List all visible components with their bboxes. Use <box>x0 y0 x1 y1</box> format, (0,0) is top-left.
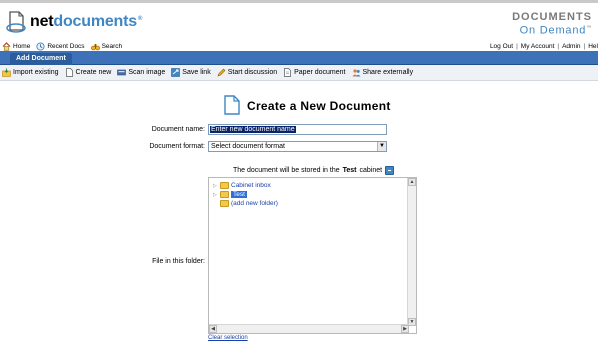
admin-link[interactable]: Admin <box>562 43 580 50</box>
scan-image-button[interactable]: Scan image <box>117 68 165 77</box>
scroll-right-icon[interactable]: ▶ <box>401 325 409 333</box>
tree-item[interactable]: ▷ Cabinet inbox <box>213 182 271 189</box>
import-existing-button[interactable]: Import existing <box>2 68 59 77</box>
scroll-left-icon[interactable]: ◀ <box>209 325 217 333</box>
scroll-up-icon[interactable]: ▲ <box>408 178 416 186</box>
scanner-icon <box>117 68 127 77</box>
import-folder-icon <box>2 68 11 77</box>
paper-document-label: Paper document <box>294 69 346 76</box>
create-new-button[interactable]: Create new <box>65 68 112 77</box>
link-icon <box>171 68 181 77</box>
folder-icon <box>220 200 229 207</box>
folder-tree[interactable]: ▷ Cabinet inbox ▷ Test (add new folder) … <box>208 177 417 334</box>
brand-line-documents: DOCUMENTS <box>512 11 592 23</box>
top-rule <box>0 0 598 3</box>
netdocuments-logo-icon <box>6 10 26 34</box>
nav-recent-docs[interactable]: Recent Docs <box>36 42 85 51</box>
product-brand: DOCUMENTS On Demand™ <box>512 12 592 37</box>
discussion-pencil-icon <box>217 68 226 77</box>
page-title: Create a New Document <box>247 99 391 113</box>
folder-label: File in this folder: <box>152 258 205 265</box>
cabinet-picker-icon[interactable] <box>385 166 395 175</box>
my-account-link[interactable]: My Account <box>521 43 555 50</box>
document-format-label: Document format: <box>149 143 205 150</box>
nav-search[interactable]: Search <box>90 42 123 51</box>
paper-document-button[interactable]: Paper document <box>283 68 346 77</box>
app-logo[interactable]: netdocuments® <box>6 9 142 35</box>
document-format-value: Select document format <box>211 143 285 150</box>
document-name-label: Document name: <box>151 126 205 133</box>
scroll-down-icon[interactable]: ▼ <box>408 318 416 326</box>
storage-cabinet-name: Test <box>342 167 357 174</box>
brand-line-on-demand: On Demand™ <box>519 24 592 37</box>
document-name-value: Enter new document name <box>210 126 296 133</box>
import-existing-label: Import existing <box>13 69 59 76</box>
tree-item[interactable]: ▷ Test <box>213 191 247 198</box>
nav-separator: | <box>516 43 518 50</box>
add-document-toolbar: Import existing Create new Scan image Sa… <box>0 65 598 81</box>
folder-icon <box>220 182 229 189</box>
logout-link[interactable]: Log Out <box>490 43 513 50</box>
nav-home[interactable]: Home <box>2 42 30 51</box>
tree-item-label: (add new folder) <box>231 200 278 207</box>
chevron-down-icon[interactable]: ▼ <box>377 142 386 151</box>
document-name-input[interactable]: Enter new document name <box>208 124 387 135</box>
nav-separator: | <box>583 43 586 50</box>
help-link[interactable]: Hel <box>588 43 598 50</box>
tab-strip: Add Document <box>0 51 598 65</box>
home-icon <box>2 42 11 51</box>
new-document-icon <box>224 95 240 115</box>
folder-icon <box>220 191 229 198</box>
tab-add-document[interactable]: Add Document <box>10 53 72 65</box>
storage-prefix: The document will be stored in the <box>233 167 340 174</box>
tree-item[interactable]: (add new folder) <box>213 200 278 207</box>
user-navigation: Log Out | My Account | Admin | Hel <box>490 43 598 50</box>
nav-home-label: Home <box>13 43 31 50</box>
save-link-label: Save link <box>182 69 211 76</box>
expand-arrow-icon[interactable]: ▷ <box>213 183 218 189</box>
share-externally-button[interactable]: Share externally <box>352 68 414 77</box>
nav-search-label: Search <box>101 43 123 50</box>
vertical-scrollbar[interactable]: ▲ ▼ <box>407 178 416 326</box>
document-format-select[interactable]: Select document format ▼ <box>208 141 387 152</box>
binoculars-icon <box>90 42 100 51</box>
recent-docs-icon <box>36 42 45 51</box>
expand-arrow-icon[interactable]: ▷ <box>213 192 218 198</box>
nav-recent-docs-label: Recent Docs <box>47 43 85 50</box>
share-people-icon <box>352 68 361 77</box>
start-discussion-button[interactable]: Start discussion <box>217 68 277 77</box>
top-navigation: Home Recent Docs Search <box>2 42 122 51</box>
nav-separator: | <box>557 43 560 50</box>
logo-wordmark: netdocuments® <box>30 13 143 30</box>
create-new-label: Create new <box>75 69 112 76</box>
scan-image-label: Scan image <box>128 69 166 76</box>
start-discussion-label: Start discussion <box>227 69 278 76</box>
tree-item-label: Test <box>231 191 247 198</box>
share-externally-label: Share externally <box>362 69 414 76</box>
horizontal-scrollbar[interactable]: ◀ ▶ <box>209 324 409 333</box>
save-link-button[interactable]: Save link <box>171 68 211 77</box>
blank-document-icon <box>65 68 74 77</box>
tree-item-label: Cabinet inbox <box>231 182 271 189</box>
storage-note: The document will be stored in the Test … <box>233 166 395 175</box>
paper-document-icon <box>283 68 292 77</box>
clear-selection-link[interactable]: Clear selection <box>208 335 248 341</box>
storage-suffix: cabinet <box>359 167 383 174</box>
